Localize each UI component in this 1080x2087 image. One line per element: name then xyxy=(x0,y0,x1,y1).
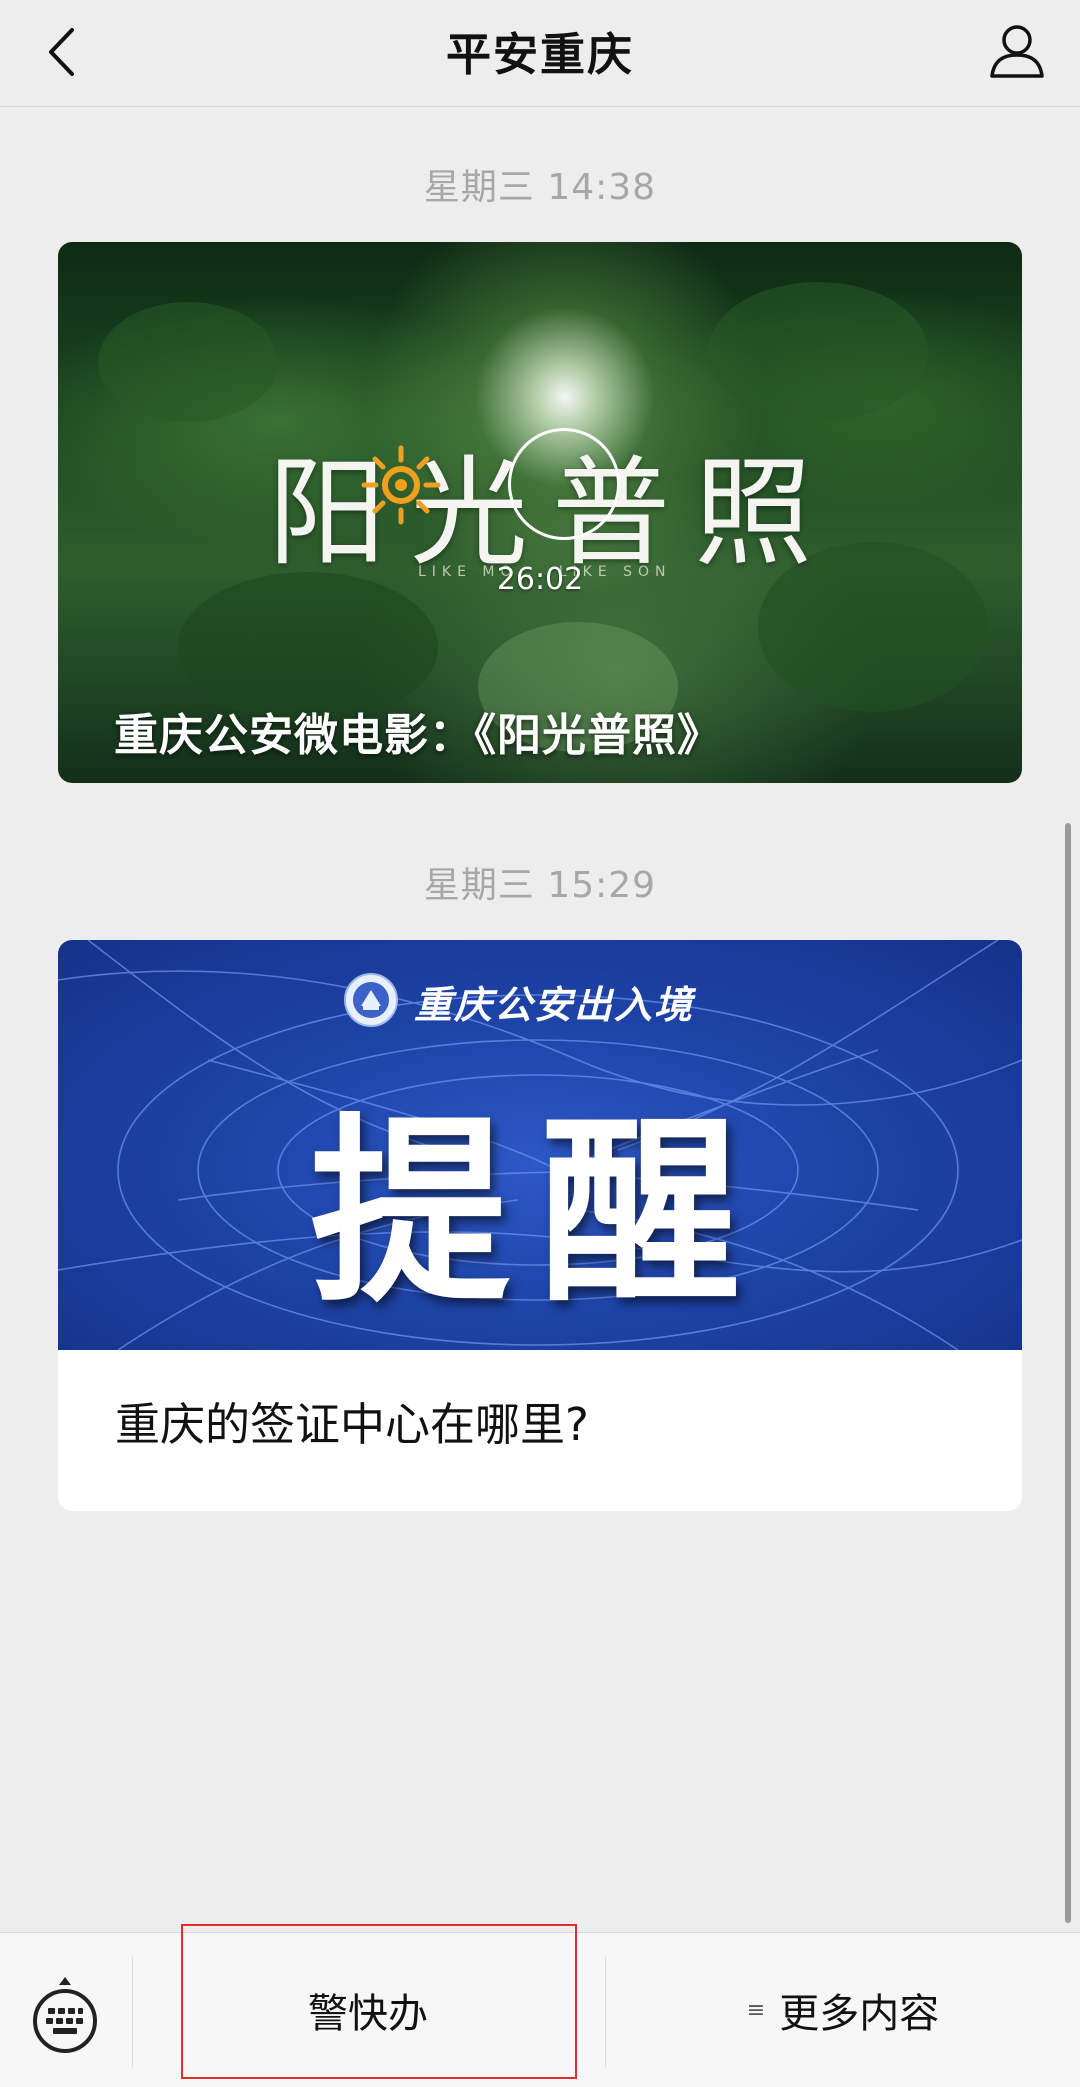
scrollbar[interactable] xyxy=(1065,823,1071,1923)
article-message-card[interactable]: 重庆公安出入境 提醒 重庆的签证中心在哪里? xyxy=(58,940,1022,1511)
menu-list-icon: ≡ xyxy=(746,1997,766,2023)
video-caption: 重庆公安微电影：《阳光普照》 xyxy=(114,710,722,761)
play-icon xyxy=(544,464,584,504)
banner-subtitle: 重庆公安出入境 xyxy=(414,983,695,1027)
article-title: 重庆的签证中心在哪里? xyxy=(115,1398,589,1451)
sun-icon xyxy=(361,445,441,525)
user-profile-icon xyxy=(990,25,1044,78)
banner-title: 提醒 xyxy=(309,1097,770,1330)
keyboard-toggle-button[interactable] xyxy=(30,1975,100,2053)
message-timestamp: 星期三 15:29 xyxy=(423,865,657,906)
profile-button[interactable] xyxy=(984,16,1050,86)
message-timestamp: 星期三 14:38 xyxy=(423,167,657,208)
police-emblem-icon xyxy=(344,973,398,1027)
video-duration: 26:02 xyxy=(496,562,584,597)
navigation-bar: 平安重庆 xyxy=(0,0,1080,107)
article-banner: 重庆公安出入境 提醒 xyxy=(58,940,1022,1350)
keyboard-icon xyxy=(33,1977,97,2053)
menu-item-more-content[interactable]: ≡ 更多内容 xyxy=(606,1933,1080,2087)
play-button[interactable] xyxy=(508,428,620,540)
page-title: 平安重庆 xyxy=(445,28,634,81)
highlight-annotation xyxy=(181,1924,577,2079)
video-message-card[interactable]: 阳光普照 LIKE MO... LIKE SON 26:02 重庆公安微电影：《… xyxy=(58,242,1022,783)
menu-item-label: 更多内容 xyxy=(779,1991,940,2037)
